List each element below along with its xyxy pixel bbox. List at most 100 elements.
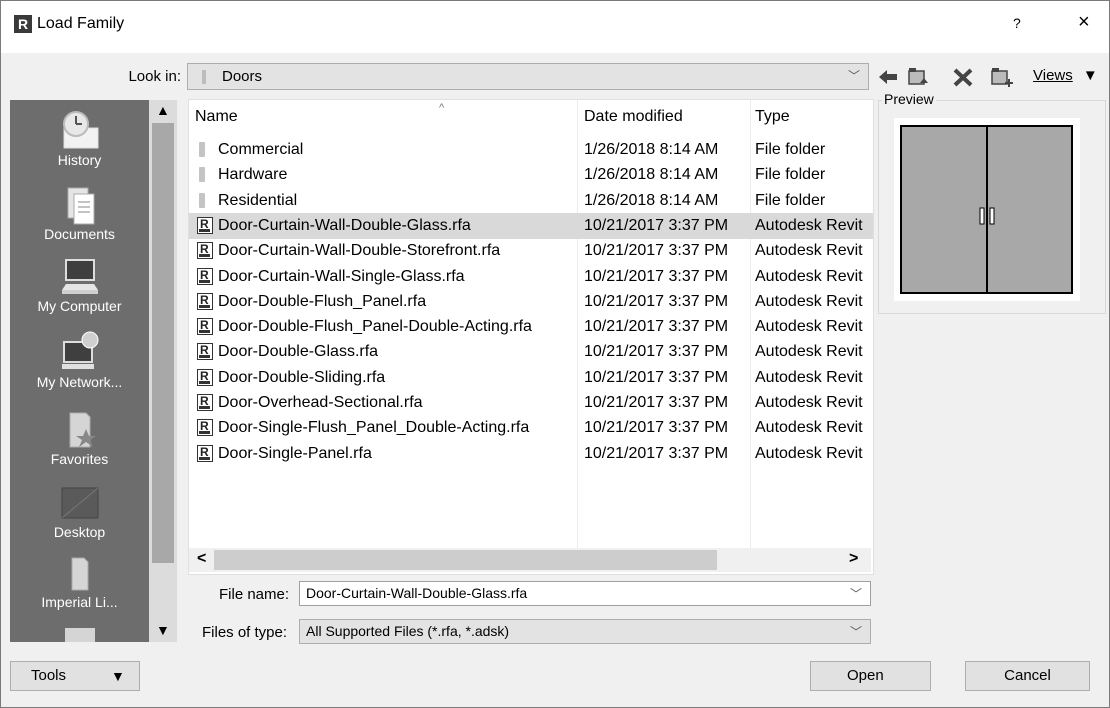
load-family-dialog: R Load Family ? × Look in: Doors ﹀ Views…	[0, 0, 1110, 708]
date-modified-cell: 10/21/2017 3:37 PM	[584, 343, 729, 361]
file-type-dropdown[interactable]: All Supported Files (*.rfa, *.adsk) ﹀	[299, 619, 871, 644]
scroll-down-icon[interactable]: ▼	[156, 622, 170, 638]
revit-family-file-icon: R	[197, 216, 213, 234]
revit-family-file-icon: R	[197, 368, 213, 386]
folder-icon	[71, 557, 88, 591]
file-row[interactable]: R Door-Overhead-Sectional.rfa 10/21/2017 3…	[189, 390, 873, 416]
file-name-cell: Hardware	[218, 166, 288, 184]
favorites-icon	[69, 412, 96, 448]
chevron-down-icon: ﹀	[847, 69, 860, 83]
place-imperial-library[interactable]: Imperial Li...	[10, 554, 149, 610]
column-header-type[interactable]: Type	[755, 108, 790, 126]
delete-icon[interactable]	[952, 65, 974, 89]
place-label: History	[57, 152, 102, 168]
tools-label: Tools	[31, 667, 67, 684]
file-row[interactable]: R Door-Double-Glass.rfa 10/21/2017 3:37 PM…	[189, 339, 873, 365]
type-cell: Autodesk Revit	[755, 267, 863, 285]
close-button[interactable]: ×	[1078, 11, 1090, 34]
place-my-computer[interactable]: My Computer	[10, 256, 149, 314]
file-row[interactable]: R Door-Double-Flush_Panel-Double-Acting.r…	[189, 314, 873, 340]
history-icon	[62, 111, 98, 149]
tools-button[interactable]: Tools ▼	[10, 661, 140, 691]
folder-icon	[65, 628, 95, 642]
new-folder-icon[interactable]	[989, 65, 1015, 89]
dropdown-arrow-icon: ▼	[111, 668, 125, 684]
file-row[interactable]: R Door-Double-Sliding.rfa 10/21/2017 3:37 …	[189, 365, 873, 391]
documents-icon	[67, 187, 94, 225]
type-cell: File folder	[755, 191, 826, 209]
place-label: My Computer	[37, 298, 122, 314]
date-modified-cell: 10/21/2017 3:37 PM	[584, 318, 729, 336]
file-row[interactable]: R Door-Single-Flush_Panel_Double-Acting.r…	[189, 415, 873, 441]
column-header-name[interactable]: Name	[195, 108, 238, 126]
file-row[interactable]: Hardware 1/26/2018 8:14 AM File folder	[189, 162, 873, 188]
folder-icon	[199, 167, 205, 183]
file-type-value: All Supported Files (*.rfa, *.adsk)	[306, 623, 510, 639]
back-arrow-icon[interactable]	[877, 65, 899, 89]
title-bar: R Load Family ? ×	[1, 1, 1109, 53]
help-button[interactable]: ?	[1013, 15, 1021, 31]
file-row[interactable]: R Door-Single-Panel.rfa 10/21/2017 3:37 PM…	[189, 441, 873, 467]
places-bar: History Documents My Computer My Network…	[10, 100, 149, 642]
date-modified-cell: 10/21/2017 3:37 PM	[584, 444, 729, 462]
file-list-hscrollbar[interactable]: < >	[189, 548, 871, 572]
scroll-up-icon[interactable]: ▲	[156, 102, 170, 118]
open-button[interactable]: Open	[810, 661, 931, 691]
file-row[interactable]: Commercial 1/26/2018 8:14 AM File folder	[189, 137, 873, 163]
scroll-right-icon[interactable]: >	[849, 550, 858, 568]
file-row[interactable]: R Door-Curtain-Wall-Single-Glass.rfa 10/21…	[189, 264, 873, 290]
date-modified-cell: 10/21/2017 3:37 PM	[584, 368, 729, 386]
file-row[interactable]: R Door-Curtain-Wall-Double-Glass.rfa 10/21…	[189, 212, 873, 239]
chevron-down-icon: ﹀	[849, 625, 862, 639]
file-row[interactable]: Residential 1/26/2018 8:14 AM File folder	[189, 188, 873, 214]
revit-family-file-icon: R	[197, 419, 213, 437]
place-my-network[interactable]: My Network...	[10, 330, 149, 390]
scroll-left-icon[interactable]: <	[197, 550, 206, 568]
preview-image	[894, 118, 1080, 301]
type-cell: Autodesk Revit	[755, 216, 863, 234]
chevron-down-icon[interactable]: ﹀	[850, 585, 862, 602]
file-name-input[interactable]: Door-Curtain-Wall-Double-Glass.rfa ﹀	[299, 581, 871, 606]
revit-app-icon: R	[14, 15, 32, 33]
place-history[interactable]: History	[10, 108, 149, 168]
date-modified-cell: 10/21/2017 3:37 PM	[584, 292, 729, 310]
type-cell: Autodesk Revit	[755, 394, 863, 411]
file-list: Name ^ Date modified Type Commercial 1/26…	[188, 99, 874, 575]
type-cell: Autodesk Revit	[755, 343, 863, 361]
folder-icon	[202, 70, 206, 84]
date-modified-cell: 10/21/2017 3:37 PM	[584, 267, 729, 285]
place-label: My Network...	[36, 374, 123, 390]
computer-icon	[61, 259, 98, 294]
file-name-cell: Commercial	[218, 141, 304, 158]
date-modified-cell: 1/26/2018 8:14 AM	[584, 191, 719, 209]
file-row[interactable]: R Door-Curtain-Wall-Double-Storefront.rfa…	[189, 238, 873, 264]
scroll-thumb[interactable]	[214, 550, 717, 570]
look-in-dropdown[interactable]: Doors ﹀	[187, 63, 869, 90]
place-label: Favorites	[50, 451, 109, 467]
places-scrollbar[interactable]: ▲ ▼	[149, 100, 177, 642]
date-modified-cell: 10/21/2017 3:37 PM	[584, 216, 729, 234]
revit-family-file-icon: R	[197, 267, 213, 285]
file-name-value: Door-Curtain-Wall-Double-Glass.rfa	[306, 585, 528, 601]
place-desktop[interactable]: Desktop	[10, 484, 149, 540]
place-favorites[interactable]: Favorites	[10, 409, 149, 467]
type-cell: File folder	[755, 166, 826, 184]
place-documents[interactable]: Documents	[10, 186, 149, 242]
place-label: Documents	[44, 226, 115, 242]
revit-family-file-icon: R	[197, 444, 213, 462]
dialog-title: Load Family	[37, 15, 125, 32]
network-icon	[61, 331, 98, 369]
views-menu-button[interactable]: Views ▼	[1033, 67, 1098, 84]
folder-icon	[199, 142, 205, 157]
file-row[interactable]: R Door-Double-Flush_Panel.rfa 10/21/2017 3…	[189, 289, 873, 315]
desktop-icon	[61, 487, 98, 519]
date-modified-cell: 10/21/2017 3:37 PM	[584, 242, 729, 260]
file-name-cell: Door-Single-Flush_Panel_Double-Acting.rf…	[218, 419, 530, 437]
scroll-thumb[interactable]	[152, 123, 174, 563]
date-modified-cell: 10/21/2017 3:37 PM	[584, 394, 729, 411]
file-name-cell: Door-Curtain-Wall-Double-Storefront.rfa	[218, 242, 501, 260]
cancel-button[interactable]: Cancel	[965, 661, 1090, 691]
column-header-date[interactable]: Date modified	[584, 108, 683, 126]
up-one-level-icon[interactable]	[906, 65, 930, 89]
revit-family-file-icon: R	[197, 242, 213, 260]
